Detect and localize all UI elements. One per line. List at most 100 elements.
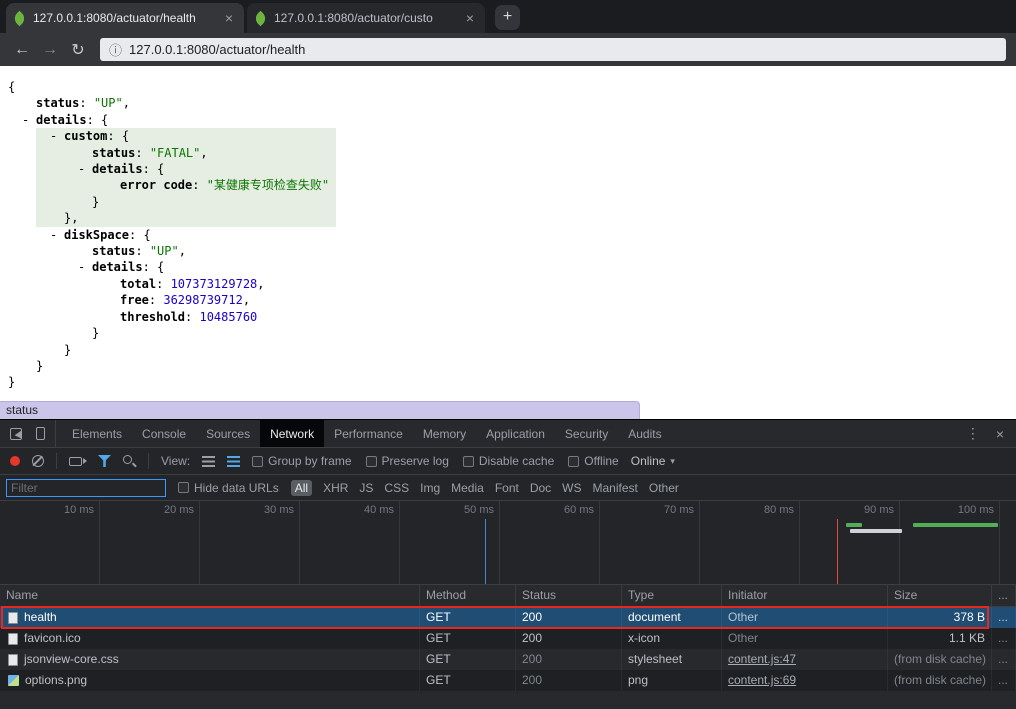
info-icon[interactable]: ⓘ <box>109 40 122 59</box>
checkbox-label: Group by frame <box>268 454 351 468</box>
tab-close-icon[interactable]: × <box>222 10 236 26</box>
capture-screenshots-icon[interactable] <box>69 457 82 466</box>
timeline-ruler: 10 ms20 ms30 ms40 ms50 ms60 ms70 ms80 ms… <box>0 501 1016 519</box>
large-request-rows-icon[interactable] <box>202 456 215 467</box>
column-header-status[interactable]: Status <box>516 585 622 606</box>
browser-tab-health[interactable]: 127.0.0.1:8080/actuator/health × <box>6 3 244 33</box>
checkbox-hide-data-urls[interactable]: Hide data URLs <box>178 481 279 495</box>
device-toolbar-icon[interactable] <box>36 427 45 440</box>
filter-icon[interactable] <box>98 455 111 467</box>
network-overview[interactable]: 10 ms20 ms30 ms40 ms50 ms60 ms70 ms80 ms… <box>0 501 1016 585</box>
timeline-tick-label: 60 ms <box>500 501 600 519</box>
cell-type: document <box>622 607 722 628</box>
checkbox-box <box>463 456 474 467</box>
devtools-tab-sources[interactable]: Sources <box>196 420 260 447</box>
reload-icon[interactable]: ↻ <box>64 40 92 60</box>
devtools-left-icons <box>0 420 56 447</box>
table-row-health[interactable]: healthGET200documentOther378 B... <box>0 607 1016 628</box>
forward-icon[interactable]: → <box>36 41 64 59</box>
search-icon[interactable] <box>123 455 136 468</box>
cell-initiator: Other <box>722 607 888 628</box>
tab-close-icon[interactable]: × <box>463 10 477 26</box>
collapse-toggle-icon[interactable]: - <box>50 128 64 144</box>
json-line: total: 107373129728, <box>0 276 1016 292</box>
checkbox-label: Hide data URLs <box>194 481 279 495</box>
collapse-toggle-icon[interactable]: - <box>78 259 92 275</box>
json-colon: : <box>143 260 157 274</box>
json-value-string: "UP" <box>150 244 179 258</box>
cell-initiator: content.js:47 <box>722 649 888 670</box>
json-line: -diskSpace: { <box>0 227 1016 243</box>
request-name: jsonview-core.css <box>24 649 119 670</box>
filter-type-all[interactable]: All <box>291 480 312 496</box>
resource-type-filters: All XHR JS CSS Img Media Font Doc WS Manifest Othe… <box>291 480 679 496</box>
cell-size: 378 B <box>888 607 992 628</box>
checkbox-group-by-frame[interactable]: Group by frame <box>252 454 351 468</box>
filter-type-js[interactable]: JS <box>359 481 373 495</box>
kebab-menu-icon[interactable]: ⋮ <box>966 425 980 442</box>
document-icon <box>8 654 18 666</box>
filter-type-manifest[interactable]: Manifest <box>593 481 638 495</box>
collapse-toggle-icon[interactable]: - <box>22 112 36 128</box>
filter-type-doc[interactable]: Doc <box>530 481 551 495</box>
cell-overflow: ... <box>992 607 1016 628</box>
collapse-toggle-icon[interactable]: - <box>78 161 92 177</box>
devtools-tab-performance[interactable]: Performance <box>324 420 413 447</box>
domcontentloaded-marker <box>485 519 486 584</box>
back-icon[interactable]: ← <box>8 41 36 59</box>
checkbox-disable-cache[interactable]: Disable cache <box>463 454 554 468</box>
inspect-element-icon[interactable] <box>10 428 22 440</box>
column-header-name[interactable]: Name <box>0 585 420 606</box>
record-button[interactable] <box>10 456 20 466</box>
devtools-tab-console[interactable]: Console <box>132 420 196 447</box>
column-header-size[interactable]: Size <box>888 585 992 606</box>
devtools-tab-application[interactable]: Application <box>476 420 555 447</box>
collapse-toggle-icon[interactable]: - <box>50 227 64 243</box>
devtools-tab-elements[interactable]: Elements <box>62 420 132 447</box>
checkbox-offline[interactable]: Offline <box>568 454 618 468</box>
column-header-overflow[interactable]: ... <box>992 585 1016 606</box>
filter-type-font[interactable]: Font <box>495 481 519 495</box>
browser-tab-custom[interactable]: 127.0.0.1:8080/actuator/custo × <box>247 3 485 33</box>
close-devtools-icon[interactable]: × <box>996 426 1004 442</box>
json-line: threshold: 10485760 <box>0 309 1016 325</box>
json-punct: , <box>200 146 207 160</box>
filter-type-xhr[interactable]: XHR <box>323 481 348 495</box>
cell-initiator: Other <box>722 628 888 649</box>
devtools-tab-audits[interactable]: Audits <box>618 420 671 447</box>
json-line: -details: { <box>0 161 1016 177</box>
devtools-tab-network[interactable]: Network <box>260 420 324 447</box>
address-bar[interactable]: ⓘ 127.0.0.1:8080/actuator/health <box>100 38 1006 61</box>
column-header-method[interactable]: Method <box>420 585 516 606</box>
devtools-tab-memory[interactable]: Memory <box>413 420 476 447</box>
table-row-jsonview-core-css[interactable]: jsonview-core.cssGET200stylesheetcontent… <box>0 649 1016 670</box>
initiator-text: Other <box>728 631 758 645</box>
column-header-type[interactable]: Type <box>622 585 722 606</box>
request-name: favicon.ico <box>24 628 81 649</box>
filter-type-ws[interactable]: WS <box>562 481 581 495</box>
filter-type-img[interactable]: Img <box>420 481 440 495</box>
table-row-favicon-ico[interactable]: favicon.icoGET200x-iconOther1.1 KB... <box>0 628 1016 649</box>
filter-type-css[interactable]: CSS <box>384 481 409 495</box>
filter-type-other[interactable]: Other <box>649 481 679 495</box>
filter-input[interactable] <box>6 479 166 497</box>
checkbox-preserve-log[interactable]: Preserve log <box>366 454 449 468</box>
timeline-tick-label: 90 ms <box>800 501 900 519</box>
show-overview-icon[interactable] <box>227 456 240 467</box>
cell-method: GET <box>420 628 516 649</box>
request-name: health <box>24 607 57 628</box>
url-text: 127.0.0.1:8080/actuator/health <box>129 42 305 57</box>
json-line: -details: { <box>0 112 1016 128</box>
initiator-link[interactable]: content.js:69 <box>728 673 796 687</box>
new-tab-button[interactable]: + <box>495 5 520 30</box>
column-header-initiator[interactable]: Initiator <box>722 585 888 606</box>
throttling-dropdown[interactable]: Online ▾ <box>631 454 675 468</box>
document-icon <box>8 633 18 645</box>
table-row-options-png[interactable]: options.pngGET200pngcontent.js:69(from d… <box>0 670 1016 691</box>
clear-button[interactable] <box>32 455 44 467</box>
initiator-link[interactable]: content.js:47 <box>728 652 796 666</box>
filter-type-media[interactable]: Media <box>451 481 484 495</box>
json-key: custom <box>64 129 107 143</box>
devtools-tab-security[interactable]: Security <box>555 420 618 447</box>
json-punct: { <box>8 80 15 94</box>
